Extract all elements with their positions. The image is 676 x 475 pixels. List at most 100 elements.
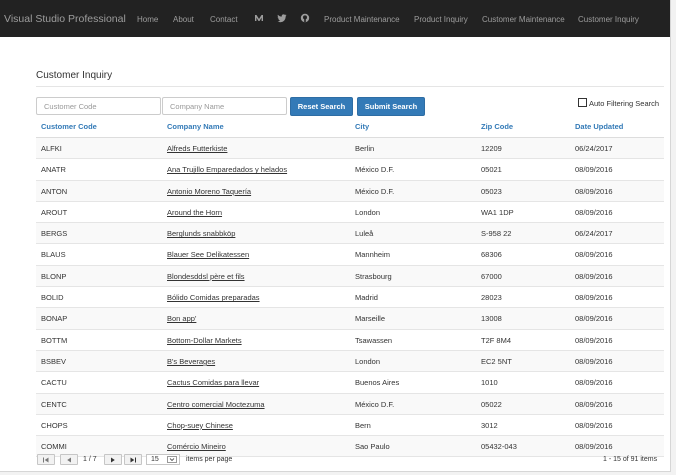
- submit-search-button[interactable]: Submit Search: [357, 97, 425, 116]
- next-page-button[interactable]: [104, 454, 122, 465]
- nav-contact[interactable]: Contact: [210, 15, 238, 24]
- zip-code-cell: 13008: [481, 314, 502, 324]
- date-updated-cell: 08/09/2016: [575, 186, 613, 196]
- zip-code-cell: T2F 8M4: [481, 335, 512, 345]
- table-row: BOTTM Bottom-Dollar Markets Tsawassen T2F 8…: [36, 330, 664, 351]
- customer-code-cell: AROUT: [41, 207, 68, 217]
- company-name-link[interactable]: Cactus Comidas para llevar: [167, 378, 259, 387]
- next-page-icon: [111, 457, 115, 462]
- city-cell: London: [355, 207, 381, 217]
- auto-filter-checkbox[interactable]: [578, 98, 587, 107]
- page-size-select[interactable]: 15: [146, 454, 180, 465]
- zip-code-cell: WA1 1DP: [481, 207, 514, 217]
- company-name-link[interactable]: Ana Trujillo Emparedados y helados: [167, 165, 287, 174]
- grid-header: Customer Code Company Name City Zip Code…: [36, 117, 664, 138]
- nav-product-maintenance[interactable]: Product Maintenance: [324, 15, 400, 24]
- zip-code-cell: 3012: [481, 420, 498, 430]
- company-name-link[interactable]: Blauer See Delikatessen: [167, 250, 249, 259]
- column-header-company-name[interactable]: Company Name: [167, 122, 224, 131]
- nav-customer-inquiry[interactable]: Customer Inquiry: [578, 15, 639, 24]
- city-cell: London: [355, 356, 381, 366]
- company-name-link[interactable]: Around the Horn: [167, 208, 222, 217]
- company-name-link[interactable]: B's Beverages: [167, 357, 215, 366]
- table-row: AROUT Around the Horn London WA1 1DP 08/09/2…: [36, 202, 664, 224]
- reset-search-button[interactable]: Reset Search: [290, 97, 353, 116]
- date-updated-cell: 08/09/2016: [575, 399, 613, 409]
- customer-code-cell: BOLID: [41, 293, 64, 303]
- company-name-link[interactable]: Bottom-Dollar Markets: [167, 336, 242, 345]
- company-name-link[interactable]: Centro comercial Moctezuma: [167, 400, 265, 409]
- customer-code-cell: CHOPS: [41, 420, 68, 430]
- company-name-link[interactable]: Bólido Comidas preparadas: [167, 293, 260, 302]
- chevron-down-icon: [167, 456, 177, 463]
- company-name-link[interactable]: Berglunds snabbköp: [167, 229, 235, 238]
- zip-code-cell: 05023: [481, 186, 502, 196]
- zip-code-cell: EC2 5NT: [481, 356, 512, 366]
- column-header-zip-code[interactable]: Zip Code: [481, 122, 513, 131]
- date-updated-cell: 08/09/2016: [575, 356, 613, 366]
- app-window: Visual Studio Professional Home About Co…: [0, 0, 671, 472]
- company-name-link[interactable]: Blondesddsl père et fils: [167, 272, 245, 281]
- prev-page-button[interactable]: [60, 454, 78, 465]
- date-updated-cell: 08/09/2016: [575, 335, 613, 345]
- company-name-link[interactable]: Chop-suey Chinese: [167, 421, 233, 430]
- zip-code-cell: 67000: [481, 271, 502, 281]
- customer-grid: Customer Code Company Name City Zip Code…: [36, 117, 664, 458]
- nav-customer-maintenance[interactable]: Customer Maintenance: [482, 15, 565, 24]
- first-page-icon: [43, 457, 49, 462]
- github-icon[interactable]: [300, 13, 310, 23]
- nav-home[interactable]: Home: [137, 15, 158, 24]
- zip-code-cell: 05021: [481, 165, 502, 175]
- city-cell: Marseille: [355, 314, 386, 324]
- pager: 1 / 7 15 items per page 1 - 15 of 91 ite…: [0, 450, 670, 470]
- date-updated-cell: 08/09/2016: [575, 207, 613, 217]
- first-page-button[interactable]: [37, 454, 55, 465]
- date-updated-cell: 06/24/2017: [575, 229, 613, 239]
- table-row: CENTC Centro comercial Moctezuma México D.…: [36, 393, 664, 415]
- medium-icon[interactable]: [254, 13, 264, 23]
- auto-filter-toggle[interactable]: Auto Filtering Search: [578, 98, 659, 108]
- city-cell: Tsawassen: [355, 335, 393, 345]
- prev-page-icon: [67, 457, 71, 462]
- date-updated-cell: 06/24/2017: [575, 144, 613, 153]
- company-name-link[interactable]: Antonio Moreno Taquería: [167, 187, 251, 196]
- nav-about[interactable]: About: [173, 15, 194, 24]
- customer-code-cell: BOTTM: [41, 335, 68, 345]
- table-row: CACTU Cactus Comidas para llevar Buenos Ai…: [36, 372, 664, 394]
- customer-code-input[interactable]: [36, 97, 161, 115]
- nav-product-inquiry[interactable]: Product Inquiry: [414, 15, 468, 24]
- city-cell: México D.F.: [355, 186, 395, 196]
- table-row: ANATR Ana Trujillo Emparedados y helados M…: [36, 159, 664, 181]
- zip-code-cell: 05022: [481, 399, 502, 409]
- company-name-link[interactable]: Alfreds Futterkiste: [167, 144, 227, 153]
- date-updated-cell: 08/09/2016: [575, 165, 613, 175]
- date-updated-cell: 08/09/2016: [575, 314, 613, 324]
- customer-code-cell: BSBEV: [41, 356, 67, 366]
- city-cell: Berlin: [355, 144, 375, 153]
- column-header-customer-code[interactable]: Customer Code: [41, 122, 97, 131]
- customer-code-cell: ALFKI: [41, 144, 62, 153]
- company-name-input[interactable]: [162, 97, 287, 115]
- grid-body: ALFKI Alfreds Futterkiste Berlin 12209 06/24…: [36, 138, 664, 458]
- last-page-button[interactable]: [124, 454, 142, 465]
- column-header-date-updated[interactable]: Date Updated: [575, 122, 623, 131]
- customer-code-cell: ANATR: [41, 165, 66, 175]
- zip-code-cell: 68306: [481, 250, 502, 260]
- twitter-icon[interactable]: [277, 13, 287, 23]
- date-updated-cell: 08/09/2016: [575, 420, 613, 430]
- table-row: ALFKI Alfreds Futterkiste Berlin 12209 06/24…: [36, 138, 664, 160]
- customer-code-cell: CENTC: [41, 399, 67, 409]
- top-navbar: Visual Studio Professional Home About Co…: [0, 0, 670, 37]
- company-name-link[interactable]: Bon app': [167, 314, 196, 323]
- title-divider: [36, 86, 664, 87]
- table-row: BLONP Blondesddsl père et fils Strasbourg 6…: [36, 265, 664, 288]
- table-row: ANTON Antonio Moreno Taquería México D.F. 0…: [36, 180, 664, 202]
- city-cell: Madrid: [355, 293, 378, 303]
- table-row: BOLID Bólido Comidas preparadas Madrid 2802…: [36, 287, 664, 309]
- zip-code-cell: 1010: [481, 378, 498, 388]
- column-header-city[interactable]: City: [355, 122, 369, 131]
- brand[interactable]: Visual Studio Professional: [4, 13, 126, 25]
- zip-code-cell: 28023: [481, 293, 502, 303]
- city-cell: Mannheim: [355, 250, 391, 260]
- zip-code-cell: 12209: [481, 144, 502, 153]
